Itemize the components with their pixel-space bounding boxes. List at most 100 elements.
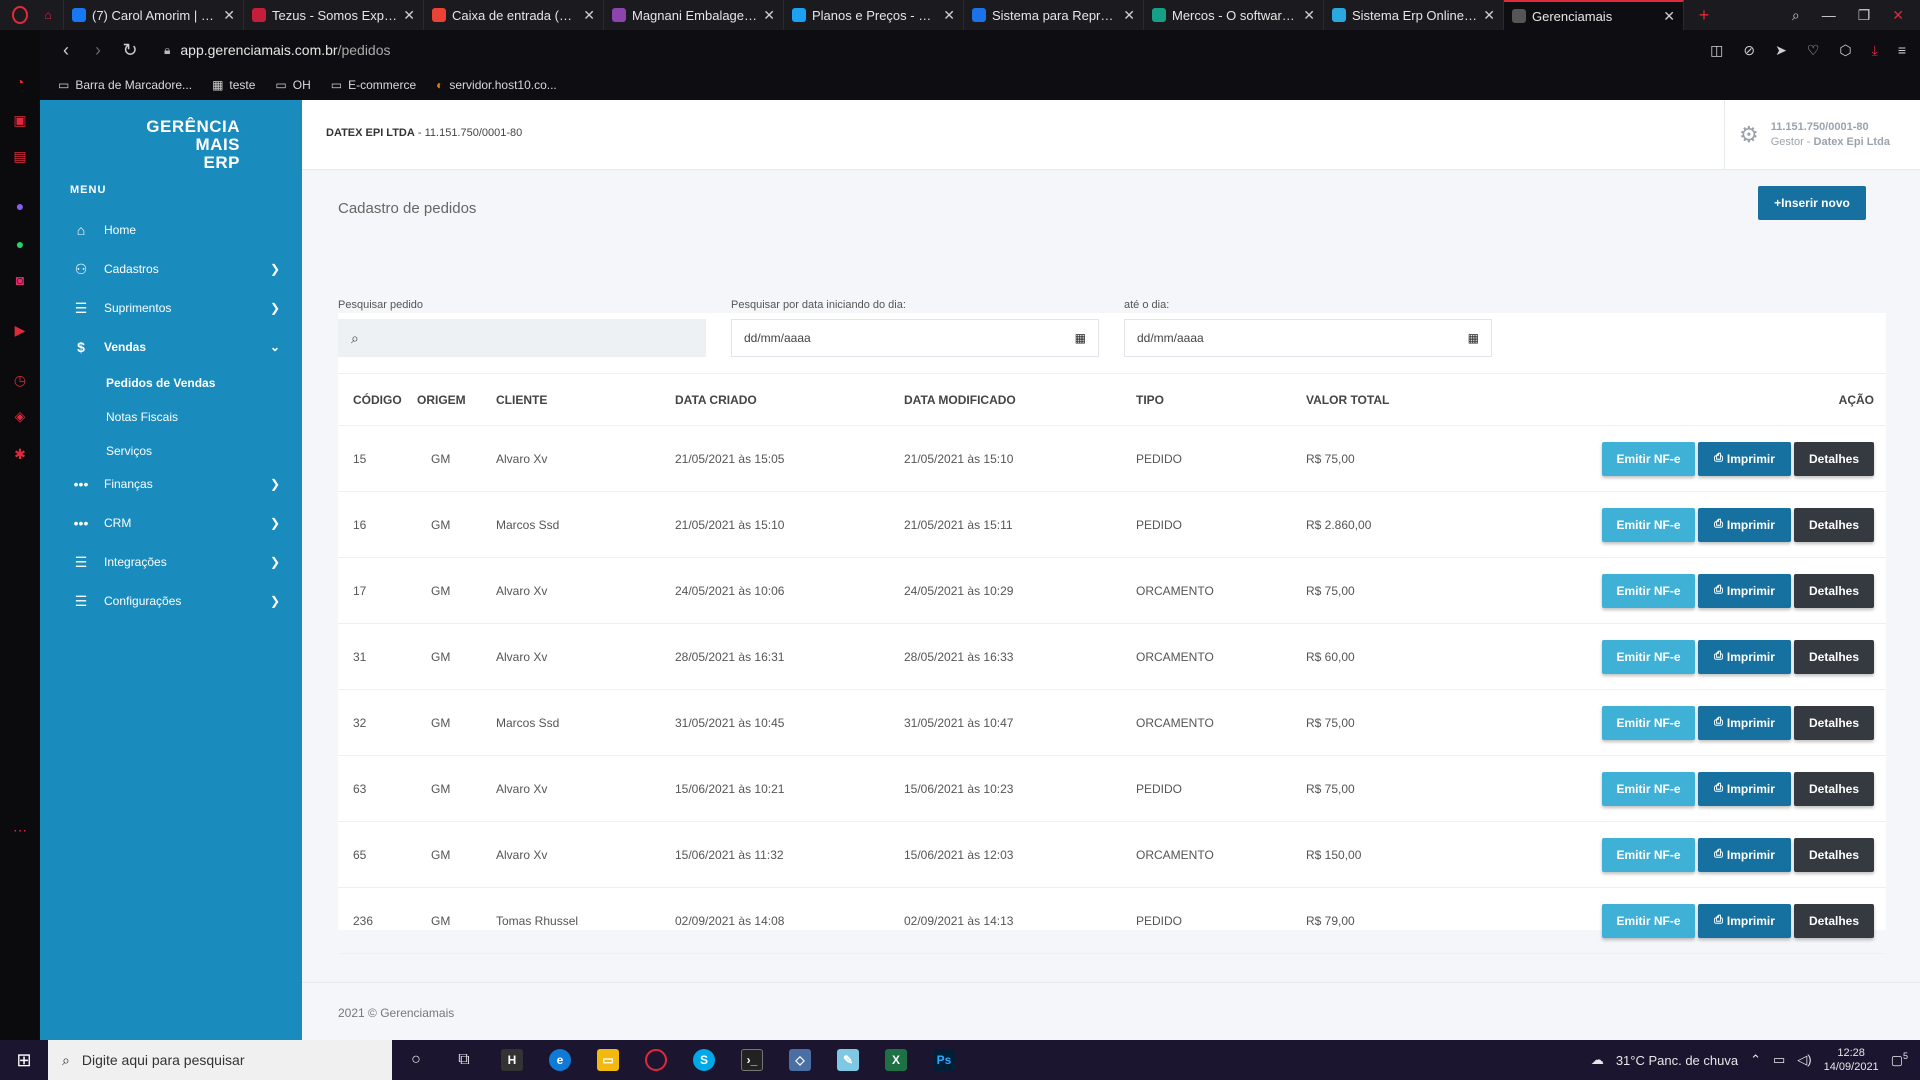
camera-icon[interactable]: ◫ bbox=[1710, 42, 1723, 59]
reload-icon[interactable]: ↻ bbox=[114, 40, 146, 61]
close-tab-icon[interactable]: ✕ bbox=[583, 7, 595, 24]
bookmark-item[interactable]: ◐ servidor.host10.co... bbox=[436, 78, 557, 92]
close-tab-icon[interactable]: ✕ bbox=[943, 7, 955, 24]
file-explorer-icon[interactable]: ▭ bbox=[584, 1040, 632, 1080]
windows-start-icon[interactable]: ⊞ bbox=[0, 1050, 48, 1071]
new-tab-button[interactable]: + bbox=[1684, 5, 1724, 26]
emit-nfe-button[interactable]: Emitir NF-e bbox=[1602, 903, 1695, 938]
bag-icon[interactable]: ▣ bbox=[10, 110, 30, 130]
sidebar-item-configuracoes[interactable]: ☰ Configurações ❯ bbox=[70, 586, 280, 616]
close-tab-icon[interactable]: ✕ bbox=[223, 7, 235, 24]
print-button[interactable]: ⎙ Imprimir bbox=[1698, 837, 1791, 872]
bookmark-folder[interactable]: ▭ Barra de Marcadore... bbox=[58, 78, 192, 92]
close-tab-icon[interactable]: ✕ bbox=[1303, 7, 1315, 24]
sidebar-item-home[interactable]: ⌂ Home bbox=[70, 215, 280, 245]
print-button[interactable]: ⎙ Imprimir bbox=[1698, 573, 1791, 608]
print-button[interactable]: ⎙ Imprimir bbox=[1698, 705, 1791, 740]
insert-new-button[interactable]: +Inserir novo bbox=[1758, 186, 1866, 220]
sidebar-item-financas[interactable]: ••• Finanças ❯ bbox=[70, 469, 280, 499]
sidebar-subitem-pedidos[interactable]: Pedidos de Vendas bbox=[106, 376, 215, 390]
skype-icon[interactable]: S bbox=[680, 1040, 728, 1080]
excel-icon[interactable]: X bbox=[872, 1040, 920, 1080]
bookmark-folder[interactable]: ▭ E-commerce bbox=[331, 78, 416, 92]
edge-icon[interactable]: e bbox=[536, 1040, 584, 1080]
close-window-icon[interactable]: ✕ bbox=[1892, 7, 1904, 24]
minimize-icon[interactable]: — bbox=[1822, 7, 1836, 23]
details-button[interactable]: Detalhes bbox=[1794, 837, 1874, 872]
calendar-icon[interactable]: ▦ bbox=[1075, 331, 1086, 345]
sidebar-item-vendas[interactable]: $ Vendas ⌄ bbox=[70, 332, 280, 362]
instagram-icon[interactable]: ◙ bbox=[10, 270, 30, 290]
browser-tab[interactable]: (7) Carol Amorim | Facebook ✕ bbox=[64, 0, 244, 30]
terminal-icon[interactable]: ›_ bbox=[728, 1040, 776, 1080]
opera-icon[interactable] bbox=[632, 1040, 680, 1080]
emit-nfe-button[interactable]: Emitir NF-e bbox=[1602, 441, 1695, 476]
column-header[interactable]: ORIGEM bbox=[417, 373, 496, 426]
search-tabs-icon[interactable]: ⌕ bbox=[1792, 7, 1800, 24]
details-button[interactable]: Detalhes bbox=[1794, 441, 1874, 476]
gear-icon[interactable]: ⚙ bbox=[1739, 122, 1759, 148]
print-button[interactable]: ⎙ Imprimir bbox=[1698, 639, 1791, 674]
search-input[interactable]: ⌕ bbox=[338, 319, 706, 357]
brand-logo[interactable]: GERÊNCIA MAIS ERP bbox=[100, 118, 240, 172]
browser-tab[interactable]: Caixa de entrada (5.425) ✕ bbox=[424, 0, 604, 30]
network-app-icon[interactable]: ◇ bbox=[776, 1040, 824, 1080]
more-icon[interactable]: ⋯ bbox=[10, 820, 30, 840]
column-header[interactable]: CLIENTE bbox=[496, 373, 675, 426]
sidebar-item-integracoes[interactable]: ☰ Integrações ❯ bbox=[70, 547, 280, 577]
browser-tab[interactable]: Planos e Preços - Sistema ✕ bbox=[784, 0, 964, 30]
menu-icon[interactable]: ≡ bbox=[1898, 42, 1906, 59]
browser-tab[interactable]: Tezus - Somos Expert em ✕ bbox=[244, 0, 424, 30]
bookmark-item[interactable]: ▦ teste bbox=[212, 78, 255, 92]
weather-text[interactable]: 31°C Panc. de chuva bbox=[1616, 1053, 1738, 1068]
app-icon[interactable]: H bbox=[488, 1040, 536, 1080]
close-tab-icon[interactable]: ✕ bbox=[403, 7, 415, 24]
sidebar-item-cadastros[interactable]: ⚇ Cadastros ❯ bbox=[70, 254, 280, 284]
close-tab-icon[interactable]: ✕ bbox=[1123, 7, 1135, 24]
messenger-icon[interactable]: ● bbox=[10, 196, 30, 216]
clock[interactable]: 12:28 14/09/2021 bbox=[1824, 1046, 1879, 1074]
emit-nfe-button[interactable]: Emitir NF-e bbox=[1602, 705, 1695, 740]
emit-nfe-button[interactable]: Emitir NF-e bbox=[1602, 837, 1695, 872]
settings-icon[interactable]: ✱ bbox=[10, 444, 30, 464]
close-tab-icon[interactable]: ✕ bbox=[1663, 8, 1675, 25]
back-icon[interactable]: ‹ bbox=[50, 40, 82, 61]
heart-icon[interactable]: ♡ bbox=[1807, 42, 1820, 59]
emit-nfe-button[interactable]: Emitir NF-e bbox=[1602, 639, 1695, 674]
box-icon[interactable]: ◈ bbox=[10, 406, 30, 426]
cube-icon[interactable]: ⬡ bbox=[1839, 42, 1851, 59]
print-button[interactable]: ⎙ Imprimir bbox=[1698, 771, 1791, 806]
browser-tab[interactable]: ⌂ bbox=[40, 0, 64, 30]
url-field[interactable]: 🔒︎ app.gerenciamais.com.br/pedidos bbox=[164, 42, 391, 58]
close-tab-icon[interactable]: ✕ bbox=[1483, 7, 1495, 24]
column-header[interactable]: DATA CRIADO bbox=[675, 373, 904, 426]
emit-nfe-button[interactable]: Emitir NF-e bbox=[1602, 573, 1695, 608]
player-icon[interactable]: ▶ bbox=[10, 320, 30, 340]
download-icon[interactable]: ⤓ bbox=[1872, 42, 1878, 59]
notification-icon[interactable]: ▢5 bbox=[1891, 1051, 1908, 1068]
taskbar-search-input[interactable]: ⌕ Digite aqui para pesquisar bbox=[48, 1040, 392, 1080]
history-icon[interactable]: ◷ bbox=[10, 370, 30, 390]
column-header[interactable]: TIPO bbox=[1136, 373, 1306, 426]
sidebar-item-crm[interactable]: ••• CRM ❯ bbox=[70, 508, 280, 538]
browser-tab-active[interactable]: Gerenciamais ✕ bbox=[1504, 0, 1684, 30]
network-icon[interactable]: ▭ bbox=[1773, 1052, 1785, 1068]
print-button[interactable]: ⎙ Imprimir bbox=[1698, 903, 1791, 938]
details-button[interactable]: Detalhes bbox=[1794, 573, 1874, 608]
send-icon[interactable]: ➤ bbox=[1775, 42, 1787, 59]
calendar-icon[interactable]: ▦ bbox=[1468, 331, 1479, 345]
browser-tab[interactable]: Sistema Erp Online | Ge ✕ bbox=[1324, 0, 1504, 30]
browser-tab[interactable]: Mercos - O software para ✕ bbox=[1144, 0, 1324, 30]
emit-nfe-button[interactable]: Emitir NF-e bbox=[1602, 507, 1695, 542]
sidebar-subitem-notas-fiscais[interactable]: Notas Fiscais bbox=[106, 410, 178, 424]
opera-logo-icon[interactable] bbox=[0, 0, 40, 30]
browser-tab[interactable]: Magnani Embalagens - ✕ bbox=[604, 0, 784, 30]
details-button[interactable]: Detalhes bbox=[1794, 639, 1874, 674]
date-to-input[interactable]: dd/mm/aaaa ▦ bbox=[1124, 319, 1492, 357]
close-tab-icon[interactable]: ✕ bbox=[763, 7, 775, 24]
column-header[interactable]: DATA MODIFICADO bbox=[904, 373, 1136, 426]
sidebar-subitem-servicos[interactable]: Serviços bbox=[106, 444, 152, 458]
browser-tab[interactable]: Sistema para Representante ✕ bbox=[964, 0, 1144, 30]
chevron-up-icon[interactable]: ⌃ bbox=[1750, 1052, 1761, 1068]
date-from-input[interactable]: dd/mm/aaaa ▦ bbox=[731, 319, 1099, 357]
